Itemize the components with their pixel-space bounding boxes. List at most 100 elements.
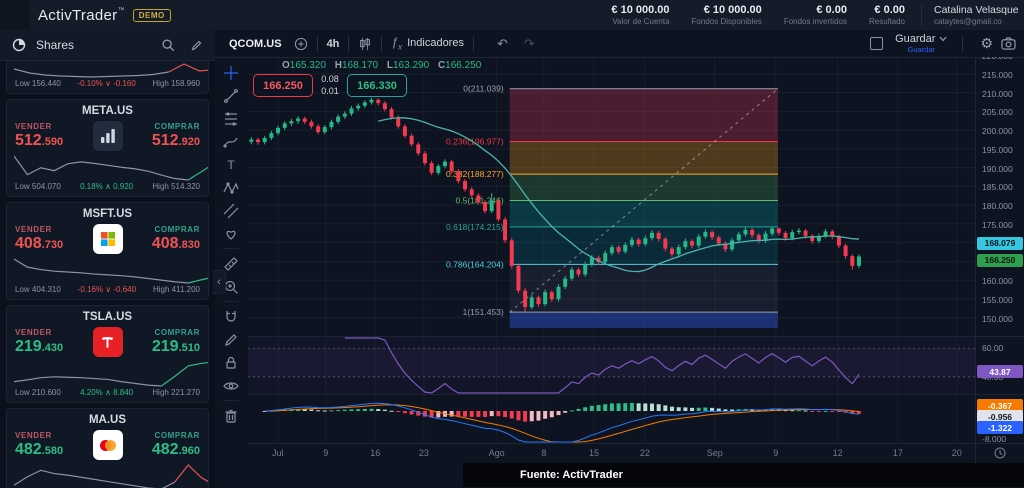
chart-panel: ‹ QCOM.US 4h ƒx Indicadores ↶ ↷ Guardar … [215, 30, 1024, 488]
price-tick: 190.000 [982, 164, 1013, 174]
settings-gear-icon[interactable]: ⚙ [980, 35, 993, 52]
fibonacci-tool-icon[interactable] [219, 107, 243, 130]
edit-watchlist-icon[interactable] [187, 36, 205, 54]
price-tick: 220.000 [982, 57, 1013, 61]
lock-drawings-icon[interactable] [219, 351, 243, 374]
watchlist-item-ma[interactable]: MA.US VENDER 482.580 COMPRAR 482.960 Low… [6, 408, 209, 488]
buy-button[interactable]: COMPRAR 512.920 [152, 123, 200, 149]
macd-value-badge: -1.322 [977, 421, 1023, 434]
symbol-name: META.US [7, 100, 208, 117]
watchlist-item-tsla[interactable]: TSLA.US VENDER 219.430 COMPRAR 219.510 L… [6, 305, 209, 403]
camera-snapshot-icon[interactable] [1001, 37, 1016, 50]
meta-logo-icon [93, 121, 123, 151]
xabcd-pattern-tool-icon[interactable] [219, 176, 243, 199]
demo-badge: DEMO [133, 9, 171, 22]
brush-tool-icon[interactable] [219, 130, 243, 153]
price-axis[interactable]: 220.000 215.000 210.000 205.000 200.000 195.0… [975, 57, 1024, 463]
delete-drawings-trash-icon[interactable] [219, 404, 243, 427]
watchlist-item-msft[interactable]: MSFT.US VENDER 408.730 COMPRAR 408.830 L… [6, 202, 209, 300]
pie-chart-icon [10, 36, 28, 54]
watchlist-item-meta[interactable]: META.US VENDER 512.590 COMPRAR 512.920 L… [6, 99, 209, 197]
symbol-name: MA.US [7, 409, 208, 426]
price-tick: 180.000 [982, 201, 1013, 211]
time-axis-label: 16 [365, 448, 385, 458]
price-tick: 160.000 [982, 276, 1013, 286]
magnet-tool-icon[interactable] [219, 305, 243, 328]
account-metrics: € 10 000.00Valor de Cuenta € 10 000.00Fo… [611, 4, 905, 26]
drawing-mode-pencil-icon[interactable] [219, 328, 243, 351]
change-value: -0.10% ∨ -0.160 [77, 79, 135, 88]
buy-button[interactable]: COMPRAR 408.830 [152, 226, 200, 252]
sparkline [14, 360, 209, 388]
save-layout-checkbox[interactable] [870, 37, 883, 50]
tesla-logo-icon [93, 327, 123, 357]
sidebar-collapse-handle[interactable]: ‹ [213, 270, 226, 294]
metric-available-funds: € 10 000.00Fondos Disponibles [692, 4, 762, 26]
undo-icon[interactable]: ↶ [497, 36, 508, 52]
watchlist-item-partial[interactable]: Low 156.440 -0.10% ∨ -0.160 High 158.960 [6, 61, 209, 94]
price-tick: 210.000 [982, 89, 1013, 99]
rsi-upper-label: 60.00 [982, 343, 1003, 353]
user-menu[interactable]: Catalina Velasque cataytes@gmail.co [921, 4, 1024, 26]
time-axis-label: 22 [635, 448, 655, 458]
buy-button[interactable]: COMPRAR 482.960 [152, 432, 200, 458]
crosshair-tool-icon[interactable] [219, 61, 243, 84]
spread-values: 0.08 0.01 [313, 74, 347, 97]
favorites-heart-icon[interactable] [219, 222, 243, 245]
price-tick: 205.000 [982, 107, 1013, 117]
top-bar: ActivTrader™ DEMO € 10 000.00Valor de Cu… [0, 0, 1024, 30]
channel-tool-icon[interactable] [219, 199, 243, 222]
high-value: High 514.320 [152, 182, 200, 191]
time-axis-label: 15 [584, 448, 604, 458]
svg-text:0(211.039): 0(211.039) [463, 84, 504, 94]
macd-indicator-pane[interactable] [248, 394, 975, 443]
redo-icon[interactable]: ↷ [524, 36, 535, 52]
high-value: High 158.960 [152, 79, 200, 88]
buy-price-button[interactable]: 166.330 [347, 74, 407, 97]
price-tick: 200.000 [982, 126, 1013, 136]
chart-type-icon[interactable] [358, 37, 372, 51]
indicators-button[interactable]: ƒx Indicadores [391, 35, 464, 51]
text-tool-icon[interactable]: T [219, 153, 243, 176]
svg-text:0.618(174.215): 0.618(174.215) [446, 222, 504, 232]
watchlist-sidebar: Shares Low 156.440 -0.10% ∨ -0.160 High … [0, 30, 216, 488]
timeframe-selector[interactable]: 4h [327, 38, 340, 50]
high-value: High 221.270 [152, 388, 200, 397]
price-tick: 150.000 [982, 314, 1013, 324]
main-price-pane[interactable]: 0(211.039)0.236(196.977)0.382(188.277)0.… [248, 57, 975, 336]
rsi-indicator-pane[interactable] [248, 336, 975, 394]
sell-button[interactable]: VENDER 482.580 [15, 432, 63, 458]
trendline-tool-icon[interactable] [219, 84, 243, 107]
axis-clock-icon[interactable] [994, 446, 1006, 463]
rsi-value-badge: 43.87 [977, 365, 1023, 378]
microsoft-logo-icon [93, 224, 123, 254]
source-label: Fuente: ActivTrader [520, 469, 623, 481]
metric-invested-funds: € 0.00Fondos invertidos [784, 4, 847, 26]
price-tick: 155.000 [982, 295, 1013, 305]
buy-button[interactable]: COMPRAR 219.510 [152, 329, 200, 355]
low-value: Low 504.070 [15, 182, 61, 191]
candlestick-chart[interactable]: 0(211.039)0.236(196.977)0.382(188.277)0.… [248, 57, 975, 463]
save-button[interactable]: Guardar Guardar [895, 34, 947, 54]
sell-button[interactable]: VENDER 512.590 [15, 123, 63, 149]
price-tick: 215.000 [982, 70, 1013, 80]
save-sub-label: Guardar [895, 46, 947, 54]
add-symbol-icon[interactable] [294, 37, 308, 51]
sparkline [14, 62, 209, 79]
sell-button[interactable]: VENDER 219.430 [15, 329, 63, 355]
search-icon[interactable] [159, 36, 177, 54]
sell-button[interactable]: VENDER 408.730 [15, 226, 63, 252]
metric-result: € 0.00Resultado [869, 4, 905, 26]
ma-value-badge: 168.079 [977, 237, 1023, 250]
chart-toolbar: QCOM.US 4h ƒx Indicadores ↶ ↷ Guardar Gu… [215, 30, 1024, 58]
hide-drawings-eye-icon[interactable] [219, 374, 243, 397]
time-axis-label: 17 [888, 448, 908, 458]
time-axis-label: 20 [947, 448, 967, 458]
time-axis[interactable]: Jul91623Ago81522Sep9121720 [248, 443, 975, 464]
sell-price-button[interactable]: 166.250 [253, 74, 313, 97]
symbol-name: MSFT.US [7, 203, 208, 220]
price-tick: 195.000 [982, 145, 1013, 155]
chart-symbol-tab[interactable]: QCOM.US [229, 38, 282, 50]
macd-axis-min-label: -8.000 [982, 434, 1006, 444]
mastercard-logo-icon [93, 430, 123, 460]
